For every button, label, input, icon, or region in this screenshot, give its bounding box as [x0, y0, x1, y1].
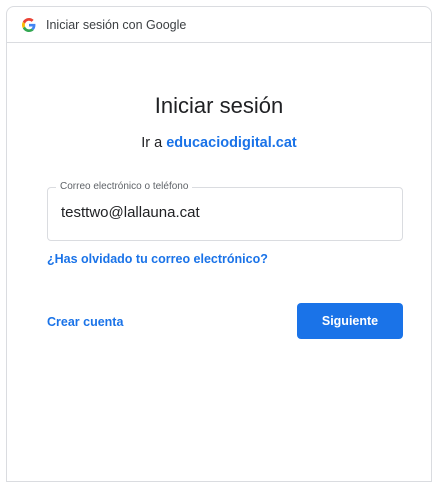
next-button[interactable]: Siguiente [297, 303, 403, 339]
email-field[interactable]: Correo electrónico o teléfono testtwo@la… [47, 181, 403, 241]
google-g-icon [22, 17, 36, 32]
page-title: Iniciar sesión [154, 93, 284, 118]
destination-prefix: Ir a [141, 135, 167, 151]
destination-domain-link[interactable]: educaciodigital.cat [166, 135, 297, 151]
signin-window: Iniciar sesión con Google Iniciar sesión… [6, 6, 432, 482]
email-field-value[interactable]: testtwo@lallauna.cat [61, 204, 200, 221]
destination-text: Ir a educaciodigital.cat [7, 135, 431, 151]
email-field-label: Correo electrónico o teléfono [56, 181, 193, 192]
window-title: Iniciar sesión con Google [46, 17, 187, 32]
create-account-link[interactable]: Crear cuenta [47, 315, 123, 329]
window-header: Iniciar sesión con Google [7, 7, 431, 43]
forgot-email-link[interactable]: ¿Has olvidado tu correo electrónico? [47, 252, 268, 266]
